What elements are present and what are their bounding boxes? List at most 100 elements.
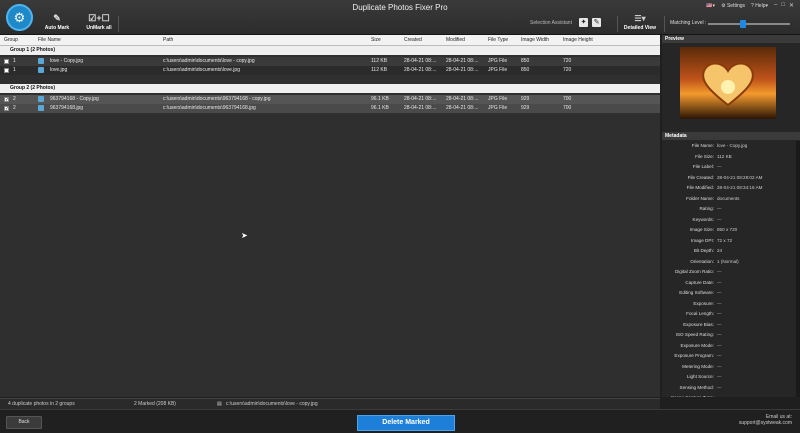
- mark-checkbox[interactable]: [4, 59, 9, 64]
- column-header-size[interactable]: Size: [371, 37, 381, 43]
- cell-image-width: 850: [521, 67, 530, 73]
- unmark-icon: ☑+☐: [88, 13, 110, 23]
- metadata-value: 24: [717, 248, 723, 253]
- minimize-icon[interactable]: –: [774, 2, 777, 9]
- unmark-all-button[interactable]: ☑+☐ UnMark all: [80, 13, 118, 32]
- mark-checkbox[interactable]: [4, 68, 9, 73]
- cell-group: 1: [13, 67, 16, 73]
- metadata-key: Metering Mode:: [682, 363, 714, 369]
- unmark-all-label: UnMark all: [86, 25, 112, 31]
- metadata-value: ---: [717, 206, 722, 211]
- metadata-value: ---: [717, 311, 722, 316]
- column-header-modified[interactable]: Modified: [446, 37, 465, 43]
- metadata-row: Exposure Bias: ---: [662, 320, 800, 330]
- metadata-row: Image Size: 850 x 720: [662, 225, 800, 235]
- column-header-path[interactable]: Path: [163, 37, 173, 43]
- metadata-value: ---: [717, 321, 722, 327]
- wand-icon: ✎: [53, 13, 61, 23]
- auto-mark-button[interactable]: ✎ Auto Mark: [40, 13, 74, 32]
- selection-assistant-edit-icon[interactable]: ✎: [592, 18, 601, 27]
- cell-size: 96.1 KB: [371, 105, 389, 111]
- delete-marked-button[interactable]: Delete Marked: [357, 415, 455, 431]
- metadata-row: Exposure Program: ---: [662, 351, 800, 361]
- metadata-value: ---: [717, 384, 722, 390]
- toolbar-divider: [664, 16, 665, 32]
- metadata-value: ---: [717, 269, 722, 274]
- metadata-key: Rating:: [699, 206, 714, 211]
- cell-file-name: love - Copy.jpg: [50, 58, 83, 64]
- metadata-row: Bit Depth: 24: [662, 246, 800, 256]
- metadata-value: 28-04-21 08:34:16 AM: [717, 185, 763, 190]
- folder-icon: ▤: [217, 401, 222, 407]
- metadata-row: Image DPI: 72 x 72: [662, 236, 800, 246]
- email-address[interactable]: support@systweak.com: [739, 420, 792, 426]
- metadata-value: ---: [717, 342, 722, 348]
- metadata-value: ---: [717, 332, 722, 337]
- column-header-file-name[interactable]: File Name: [38, 37, 61, 43]
- back-button[interactable]: Back: [6, 416, 42, 429]
- metadata-row: Orientation: 1 (Normal): [662, 257, 800, 267]
- cell-image-height: 720: [563, 58, 572, 64]
- cell-path: c:\users\admin\documents\love.jpg: [163, 67, 240, 73]
- close-icon[interactable]: ✕: [789, 2, 794, 9]
- image-file-icon: [38, 96, 44, 102]
- status-summary: 4 duplicate photos in 2 groups: [8, 401, 75, 407]
- cell-created: 28-04-21 08:...: [404, 58, 437, 64]
- metadata-value: ---: [717, 363, 722, 369]
- mark-checkbox-checked[interactable]: ✓: [4, 106, 9, 112]
- metadata-key: File Name:: [691, 143, 714, 148]
- cell-size: 112 KB: [371, 58, 388, 64]
- help-menu[interactable]: ? Help▾: [751, 3, 768, 9]
- column-header-created[interactable]: Created: [404, 37, 422, 43]
- metadata-row: Scene Capture Type:---: [662, 393, 800, 397]
- flag-icon[interactable]: 🇺🇸▾: [706, 3, 715, 9]
- slider-knob[interactable]: [740, 20, 746, 28]
- metadata-header: Metadata: [662, 132, 800, 140]
- metadata-value: 72 x 72: [717, 237, 733, 243]
- metadata-row: ISO Speed Rating: ---: [662, 330, 800, 340]
- maximize-icon[interactable]: □: [781, 2, 785, 9]
- list-view-icon: ☰▾: [634, 14, 646, 23]
- table-row[interactable]: ✓ 2 963794168 - Copy.jpg c:\users\admin\…: [0, 95, 660, 104]
- column-header-file-type[interactable]: File Type: [488, 37, 508, 43]
- column-header-image-height[interactable]: Image Height: [563, 37, 593, 43]
- settings-menu[interactable]: ⚙ Settings: [721, 3, 745, 9]
- table-row[interactable]: 1 love - Copy.jpg c:\users\admin\documen…: [0, 57, 660, 66]
- app-title: Duplicate Photos Fixer Pro: [352, 3, 448, 12]
- metadata-row: Sensing Method: ---: [662, 383, 800, 393]
- column-header-image-width[interactable]: Image Width: [521, 37, 549, 43]
- toolbar-divider: [617, 16, 618, 32]
- group-header: Group 1 (2 Photos): [0, 46, 660, 55]
- selection-assistant-wand-icon[interactable]: ✦: [579, 18, 588, 27]
- metadata-row: Light Source: ---: [662, 372, 800, 382]
- metadata-row: File Modified: 28-04-21 08:34:16 AM: [662, 183, 800, 193]
- metadata-value: 112 KB: [717, 153, 732, 159]
- results-panel: Group File Name Path Size Created Modifi…: [0, 35, 660, 397]
- cell-modified: 28-04-21 08:...: [446, 105, 479, 111]
- metadata-row: File Name: love - Copy.jpg: [662, 141, 800, 151]
- metadata-row: Exposure Mode: ---: [662, 341, 800, 351]
- metadata-key: File Modified:: [686, 185, 714, 190]
- table-row[interactable]: ✓ 2 963794168.jpg c:\users\admin\documen…: [0, 104, 660, 113]
- image-file-icon: [38, 105, 44, 111]
- metadata-row: Exposure: ---: [662, 299, 800, 309]
- cell-file-name: 963794168.jpg: [50, 105, 84, 111]
- mark-checkbox-checked[interactable]: ✓: [4, 97, 9, 103]
- table-header: Group File Name Path Size Created Modifi…: [0, 35, 660, 46]
- cell-image-height: 700: [563, 96, 572, 102]
- metadata-key: Exposure Mode:: [680, 342, 714, 348]
- metadata-value: 1 (Normal): [717, 258, 739, 264]
- table-row[interactable]: 1 love.jpg c:\users\admin\documents\love…: [0, 66, 660, 75]
- metadata-scrollbar[interactable]: [796, 141, 800, 397]
- detailed-view-button[interactable]: ☰▾ Detailed View: [620, 14, 660, 31]
- metadata-value: ---: [717, 300, 722, 306]
- metadata-key: File Created:: [687, 174, 714, 180]
- metadata-list: File Name: love - Copy.jpg File Size: 112 K…: [662, 141, 800, 397]
- metadata-key: Image Size:: [689, 227, 714, 232]
- cell-size: 112 KB: [371, 67, 388, 73]
- cell-created: 28-04-21 08:...: [404, 67, 437, 73]
- matching-level-slider[interactable]: [708, 20, 790, 28]
- cell-created: 28-04-21 08:...: [404, 96, 437, 102]
- column-header-group[interactable]: Group: [4, 37, 18, 43]
- details-panel: Preview Metadata File Name: love - Copy.j…: [662, 35, 800, 397]
